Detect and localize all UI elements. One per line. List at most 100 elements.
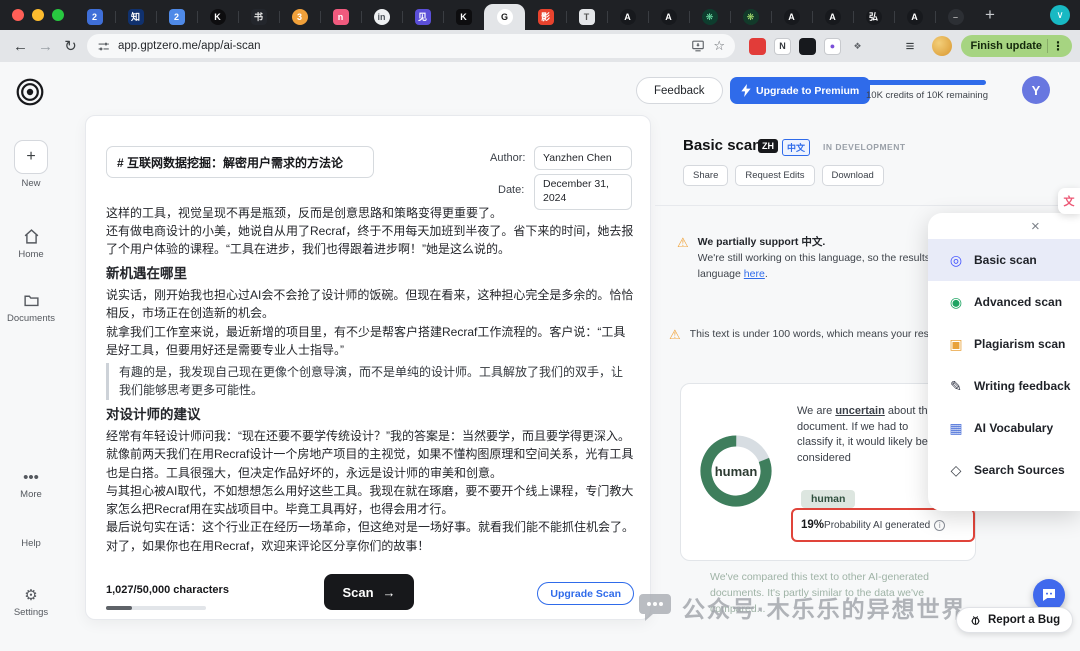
info-icon[interactable]: i <box>934 520 945 531</box>
browser-tab[interactable]: 弘 <box>853 4 894 30</box>
browser-tab[interactable]: A <box>812 4 853 30</box>
new-tab-button[interactable]: + <box>976 5 1004 25</box>
scan-menu-item-label: Writing feedback <box>974 379 1070 393</box>
toolbar-right-cluster: ≡ Finish update ⋮ <box>898 35 1073 57</box>
request-edits-button[interactable]: Request Edits <box>735 165 814 186</box>
site-info-icon[interactable] <box>97 40 110 53</box>
sidebar-item-settings[interactable]: ⚙ Settings <box>0 588 62 618</box>
browser-tab[interactable]: 影 <box>525 4 566 30</box>
browser-tab[interactable]: 2 <box>156 4 197 30</box>
share-button[interactable]: Share <box>683 165 728 186</box>
browser-tab[interactable]: 3 <box>279 4 320 30</box>
browser-tab[interactable]: G <box>484 4 525 30</box>
finish-update-button[interactable]: Finish update ⋮ <box>961 35 1073 57</box>
browser-tab[interactable]: ❋ <box>689 4 730 30</box>
reload-button[interactable]: ↻ <box>58 37 83 55</box>
browser-tab[interactable]: 2 <box>74 4 115 30</box>
verdict-text: We are uncertain about this document. If… <box>797 404 937 466</box>
address-bar[interactable]: app.gptzero.me/app/ai-scan ☆ <box>87 34 735 58</box>
ai-probability-highlight-box: 19% Probability AI generated i <box>791 508 975 542</box>
bookmark-star-icon[interactable]: ☆ <box>713 38 725 54</box>
gptzero-logo[interactable] <box>16 78 44 106</box>
tab-favicon: K <box>456 9 472 25</box>
document-paragraph: 最后说句实在话：这个行业正在经历一场革命，但这绝对是一场好事。就看我们能不能抓住… <box>106 518 634 554</box>
scan-menu-item-writing-feedback[interactable]: ✎Writing feedback <box>928 365 1080 407</box>
scrollbar-thumb[interactable] <box>106 606 132 610</box>
sidebar-item-documents[interactable]: Documents <box>0 292 62 324</box>
browser-tab[interactable]: K <box>197 4 238 30</box>
folder-icon <box>23 292 40 309</box>
sidebar-item-help[interactable]: Help <box>0 538 62 549</box>
tab-favicon: 影 <box>538 9 554 25</box>
close-window-button[interactable] <box>12 9 24 21</box>
document-editor-card: # 互联网数据挖掘：解密用户需求的方法论 Author: Yanzhen Che… <box>85 115 651 620</box>
sidebar-item-home[interactable]: Home <box>0 228 62 260</box>
document-paragraph: 说实话，刚开始我也担心过AI会不会抢了设计师的饭碗。但现在看来，这种担心完全是多… <box>106 286 634 322</box>
browser-tab[interactable]: A <box>607 4 648 30</box>
browser-extension-icon[interactable] <box>799 38 816 55</box>
browser-tab[interactable]: 书 <box>238 4 279 30</box>
browser-menu-icon[interactable]: ⋮ <box>1047 39 1068 53</box>
here-link[interactable]: here <box>744 268 765 280</box>
tab-favicon: K <box>210 9 226 25</box>
tab-favicon: n <box>333 9 349 25</box>
browser-tab[interactable]: A <box>771 4 812 30</box>
scan-menu-item-search-sources[interactable]: ◇Search Sources <box>928 449 1080 491</box>
warning-text-2: language here. <box>698 267 936 283</box>
human-probability-donut: human <box>697 432 775 510</box>
document-body[interactable]: 这样的工具，视觉呈现不再是瓶颈，反而是创意思路和策略变得更重要了。还有做电商设计… <box>106 204 634 555</box>
browser-tab[interactable]: 见 <box>402 4 443 30</box>
browser-tab[interactable]: – <box>935 4 976 30</box>
tab-favicon: 见 <box>415 9 431 25</box>
upgrade-premium-button[interactable]: Upgrade to Premium <box>730 77 870 104</box>
browser-extension-icon[interactable]: N <box>774 38 791 55</box>
arrow-right-icon: → <box>383 585 396 600</box>
browser-tab[interactable]: 知 <box>115 4 156 30</box>
scan-menu-item-plagiarism-scan[interactable]: ▣Plagiarism scan <box>928 323 1080 365</box>
tab-favicon: A <box>620 9 636 25</box>
forward-button[interactable]: → <box>33 38 58 55</box>
scan-menu-item-advanced-scan[interactable]: ◉Advanced scan <box>928 281 1080 323</box>
download-button[interactable]: Download <box>822 165 884 186</box>
scan-button[interactable]: Scan → <box>324 574 414 610</box>
browser-extension-icon[interactable] <box>749 38 766 55</box>
sidebar-item-label: More <box>0 489 62 500</box>
sidebar-item-more[interactable]: ••• More <box>0 470 62 500</box>
horizontal-scrollbar[interactable] <box>106 606 206 610</box>
browser-tab[interactable]: K <box>443 4 484 30</box>
feedback-button[interactable]: Feedback <box>636 77 723 104</box>
browser-tab[interactable]: in <box>361 4 402 30</box>
browser-profile-avatar[interactable] <box>932 36 952 56</box>
install-app-icon[interactable] <box>691 39 705 53</box>
new-document-button[interactable]: + New <box>14 140 48 189</box>
browser-tab[interactable]: T <box>566 4 607 30</box>
tab-favicon: ❋ <box>702 9 718 25</box>
user-avatar[interactable]: Y <box>1022 76 1050 104</box>
browser-toolbar: ← → ↻ app.gptzero.me/app/ai-scan ☆ N ● ❖ ≡… <box>0 30 1080 62</box>
document-title-input[interactable]: # 互联网数据挖掘：解密用户需求的方法论 <box>106 146 374 178</box>
document-heading: 对设计师的建议 <box>106 405 634 426</box>
browser-tab[interactable]: A <box>894 4 935 30</box>
browser-tab[interactable]: ❋ <box>730 4 771 30</box>
scan-menu-item-basic-scan[interactable]: ◎Basic scan <box>928 239 1080 281</box>
zoom-window-button[interactable] <box>52 9 64 21</box>
speech-bubble-icon <box>638 593 672 621</box>
minimize-window-button[interactable] <box>32 9 44 21</box>
browser-extension-icon[interactable]: ● <box>824 38 841 55</box>
warning-text: We're still working on this language, so… <box>698 251 936 267</box>
back-button[interactable]: ← <box>8 38 33 55</box>
donut-center-label: human <box>697 432 775 510</box>
report-bug-button[interactable]: Report a Bug <box>956 607 1073 633</box>
translate-edge-tab[interactable]: 文 <box>1058 188 1080 214</box>
tab-search-button[interactable]: ∨ <box>1050 5 1070 25</box>
scan-menu-item-ai-vocabulary[interactable]: ▦AI Vocabulary <box>928 407 1080 449</box>
feedback-label: Feedback <box>654 85 705 97</box>
browser-tab[interactable]: n <box>320 4 361 30</box>
browser-tab[interactable]: A <box>648 4 689 30</box>
upgrade-scan-button[interactable]: Upgrade Scan <box>537 582 634 605</box>
close-icon[interactable]: × <box>1031 218 1040 235</box>
tab-favicon: 2 <box>87 9 103 25</box>
side-panel-icon[interactable]: ≡ <box>898 38 923 55</box>
browser-extension-icon[interactable]: ❖ <box>849 38 866 55</box>
author-input[interactable]: Yanzhen Chen <box>534 146 632 170</box>
